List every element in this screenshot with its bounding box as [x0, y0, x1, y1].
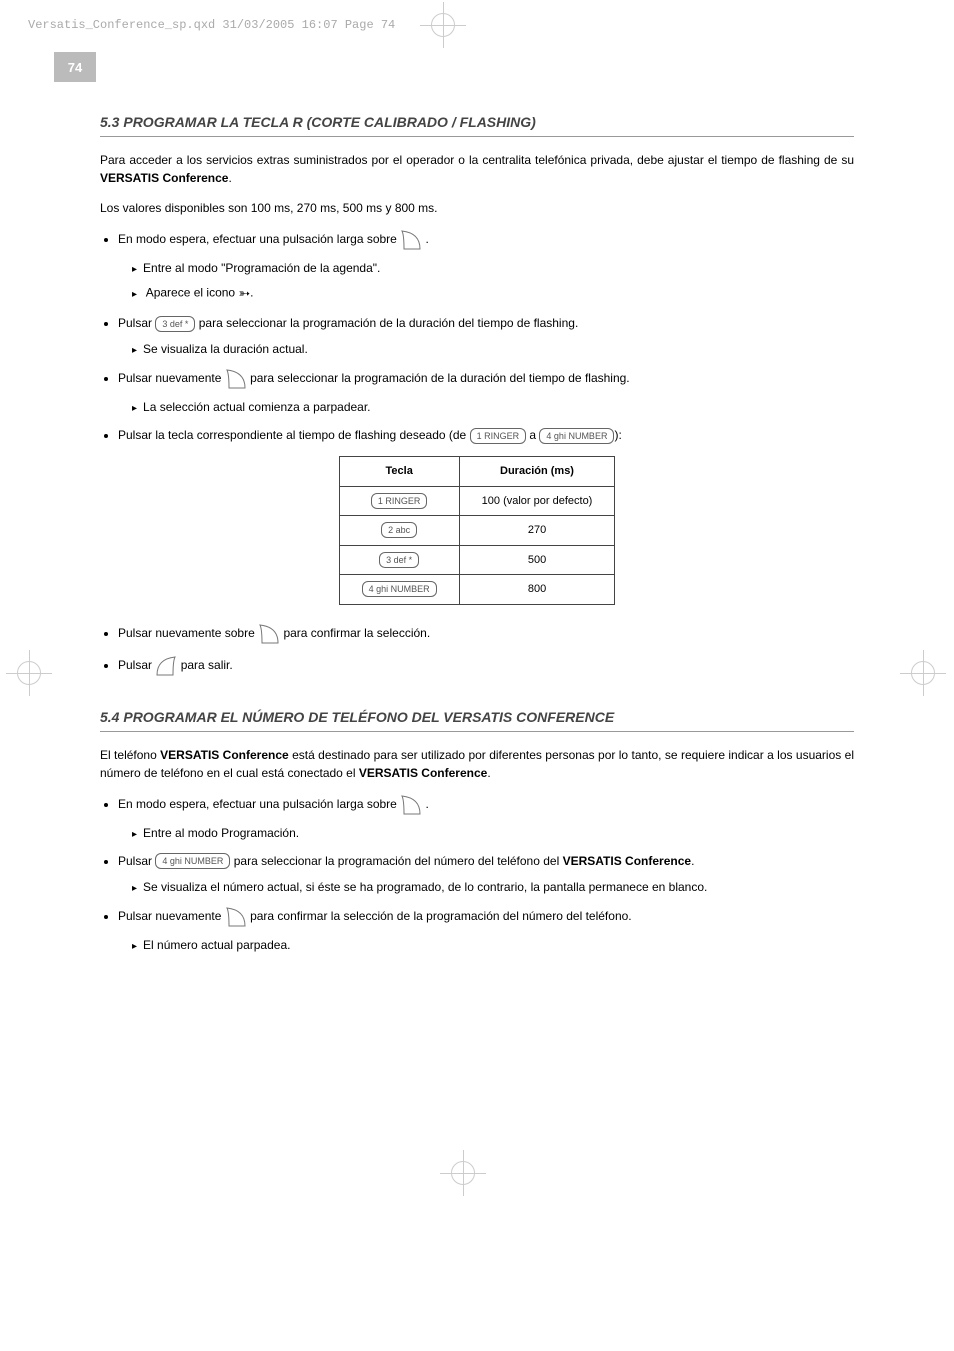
table-row: 4 ghi NUMBER 800 [339, 575, 615, 605]
key-1-icon: 1 RINGER [470, 428, 527, 444]
text: Pulsar nuevamente [118, 909, 225, 923]
text: Pulsar [118, 316, 155, 330]
text: para seleccionar la programación del núm… [230, 854, 562, 868]
text: En modo espera, efectuar una pulsación l… [118, 797, 400, 811]
key-3-icon: 3 def * [379, 552, 419, 568]
exit-key-icon [155, 655, 177, 677]
cell: 100 (valor por defecto) [459, 486, 615, 516]
text: Pulsar nuevamente sobre [118, 626, 258, 640]
key-1-icon: 1 RINGER [371, 493, 428, 509]
product-name: VERSATIS Conference [563, 854, 691, 868]
table-header: Duración (ms) [459, 457, 615, 487]
list-item: Pulsar nuevamente para seleccionar la pr… [118, 368, 854, 416]
list-item: En modo espera, efectuar una pulsación l… [118, 794, 854, 842]
sub-item: Entre al modo Programación. [132, 824, 854, 842]
section-5-4-heading: 5.4 PROGRAMAR EL NÚMERO DE TELÉFONO DEL … [100, 707, 854, 732]
text: para confirmar la selección. [283, 626, 430, 640]
section-5-3-heading: 5.3 PROGRAMAR LA TECLA R (CORTE CALIBRAD… [100, 112, 854, 137]
text: ): [614, 428, 621, 442]
key-4-icon: 4 ghi NUMBER [362, 581, 437, 597]
registration-mark-top [420, 2, 466, 48]
sub-item: Aparece el icono ➳. [132, 283, 854, 304]
key-4-icon: 4 ghi NUMBER [155, 853, 230, 869]
menu-key-icon [225, 906, 247, 928]
cell: 500 [459, 545, 615, 575]
table-row: 1 RINGER 100 (valor por defecto) [339, 486, 615, 516]
text: Aparece el icono [146, 286, 239, 300]
page-number: 74 [54, 52, 96, 82]
section-5-4-intro: El teléfono VERSATIS Conference está des… [100, 746, 854, 782]
product-name: VERSATIS Conference [359, 766, 487, 780]
text: para seleccionar la programación de la d… [250, 371, 630, 385]
flashing-duration-table: Tecla Duración (ms) 1 RINGER 100 (valor … [339, 456, 616, 605]
send-arrow-icon: ➳ [238, 283, 250, 304]
cell: 800 [459, 575, 615, 605]
prepress-header: Versatis_Conference_sp.qxd 31/03/2005 16… [0, 0, 954, 32]
cell: 270 [459, 516, 615, 546]
list-item: Pulsar nuevamente para confirmar la sele… [118, 906, 854, 954]
registration-mark-bottom [440, 1150, 486, 1196]
text: Pulsar nuevamente [118, 371, 225, 385]
text: a [526, 428, 539, 442]
key-3-icon: 3 def * [155, 316, 195, 332]
sub-item: La selección actual comienza a parpadear… [132, 398, 854, 416]
text: Para acceder a los servicios extras sumi… [100, 153, 854, 167]
text: para confirmar la selección de la progra… [250, 909, 632, 923]
text: . [487, 766, 490, 780]
list-item: Pulsar nuevamente sobre para confirmar l… [118, 623, 854, 645]
text: Pulsar la tecla correspondiente al tiemp… [118, 428, 470, 442]
text: . [250, 286, 253, 300]
sub-item: Se visualiza la duración actual. [132, 340, 854, 358]
list-item: Pulsar 3 def * para seleccionar la progr… [118, 314, 854, 358]
list-item: Pulsar para salir. [118, 655, 854, 677]
text: Pulsar [118, 658, 155, 672]
text: Pulsar [118, 854, 155, 868]
sub-item: Entre al modo "Programación de la agenda… [132, 259, 854, 277]
section-5-3-intro: Para acceder a los servicios extras sumi… [100, 151, 854, 187]
table-header: Tecla [339, 457, 459, 487]
text: . [691, 854, 694, 868]
table-row: 2 abc 270 [339, 516, 615, 546]
list-item: Pulsar la tecla correspondiente al tiemp… [118, 426, 854, 444]
sub-item: Se visualiza el número actual, si éste s… [132, 878, 854, 896]
menu-key-icon [225, 368, 247, 390]
registration-mark-right [900, 650, 946, 696]
text: En modo espera, efectuar una pulsación l… [118, 232, 400, 246]
text: . [228, 171, 231, 185]
menu-key-icon [258, 623, 280, 645]
menu-key-icon [400, 794, 422, 816]
table-row: 3 def * 500 [339, 545, 615, 575]
product-name: VERSATIS Conference [100, 171, 228, 185]
text: para seleccionar la programación de la d… [195, 316, 578, 330]
text: El teléfono [100, 748, 160, 762]
key-2-icon: 2 abc [381, 522, 417, 538]
key-4-icon: 4 ghi NUMBER [539, 428, 614, 444]
menu-key-icon [400, 229, 422, 251]
list-item: Pulsar 4 ghi NUMBER para seleccionar la … [118, 852, 854, 896]
sub-item: El número actual parpadea. [132, 936, 854, 954]
section-5-3-values: Los valores disponibles son 100 ms, 270 … [100, 199, 854, 217]
registration-mark-left [6, 650, 52, 696]
list-item: En modo espera, efectuar una pulsación l… [118, 229, 854, 304]
product-name: VERSATIS Conference [160, 748, 289, 762]
text: para salir. [181, 658, 233, 672]
